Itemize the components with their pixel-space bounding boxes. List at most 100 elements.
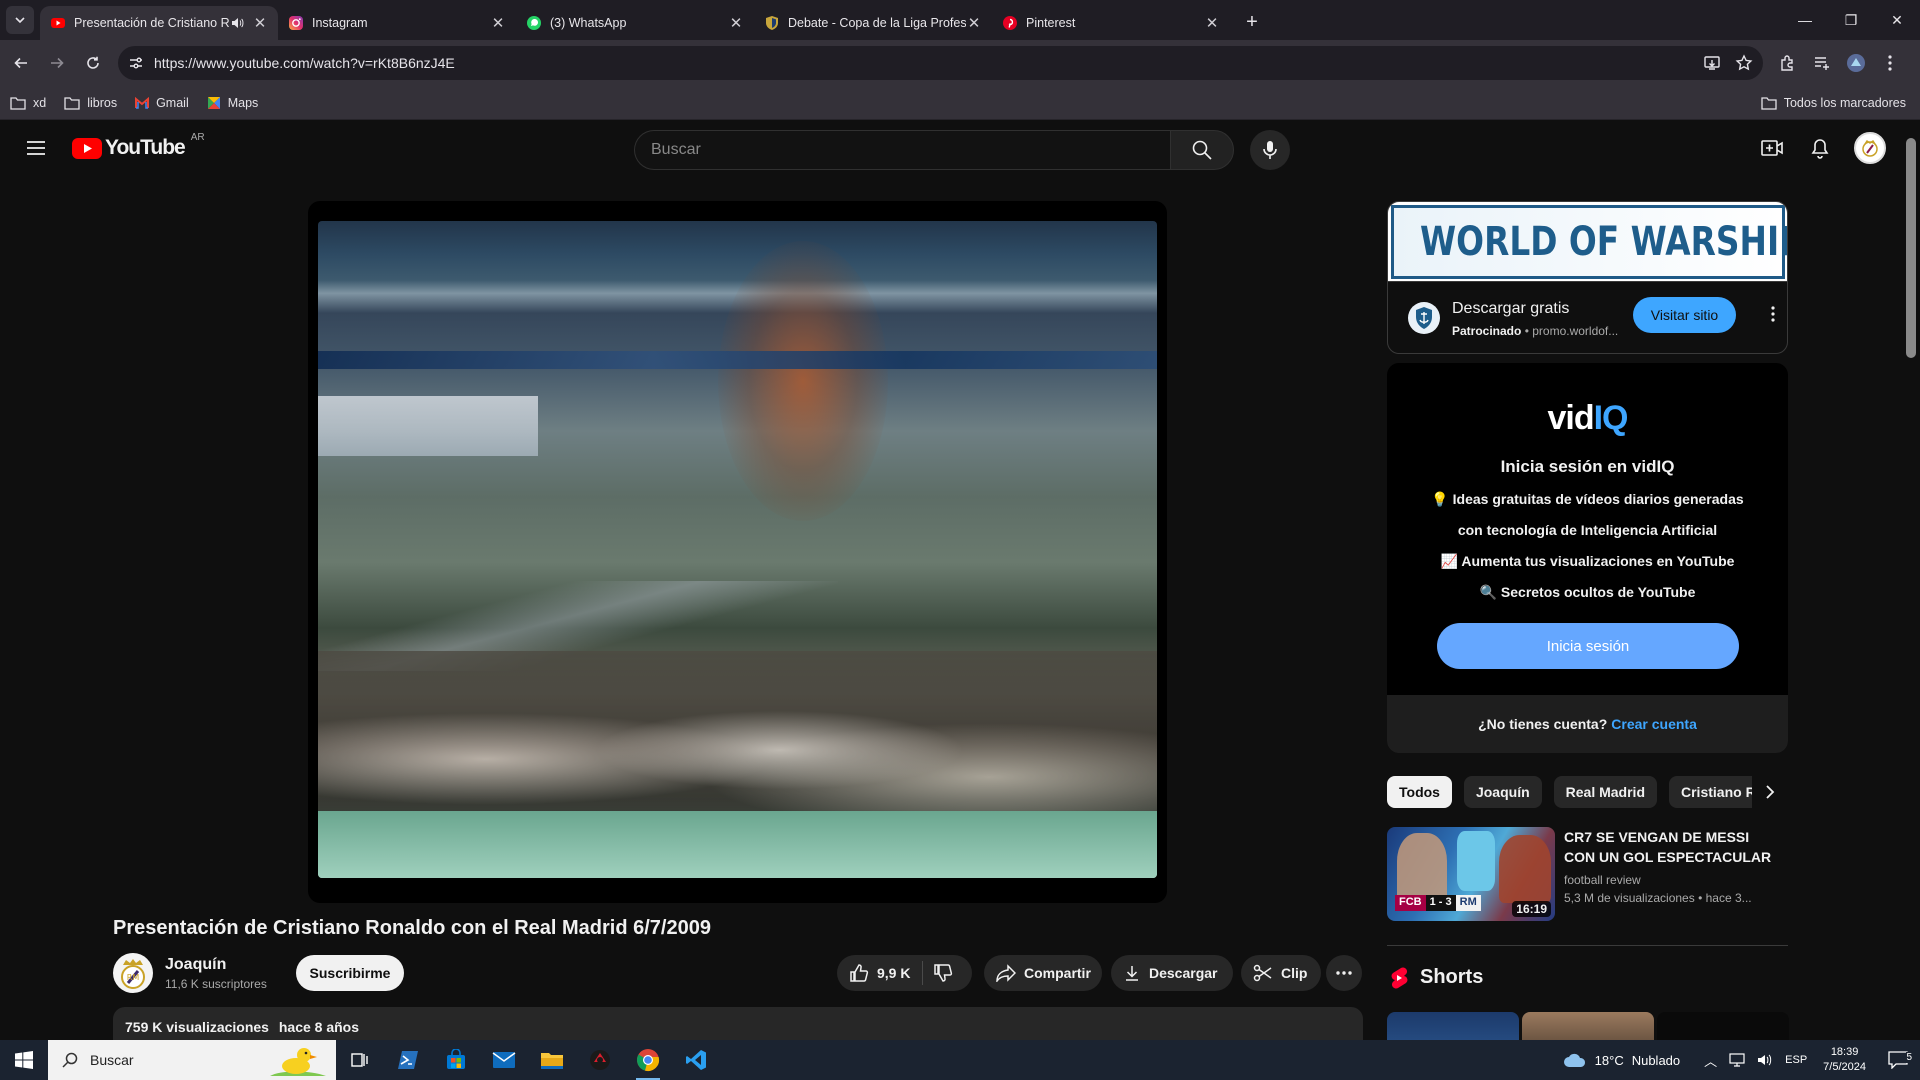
voice-search-button[interactable] xyxy=(1250,130,1290,170)
start-button[interactable] xyxy=(0,1040,48,1080)
upload-age: hace 8 años xyxy=(278,1019,360,1035)
youtube-header: YouTube AR xyxy=(0,120,1900,176)
channel-avatar[interactable]: RM xyxy=(113,953,153,993)
search-button[interactable] xyxy=(1170,130,1234,170)
page-scrollbar[interactable] xyxy=(1900,120,1920,1040)
taskbar-powershell[interactable] xyxy=(384,1040,432,1080)
tab-youtube[interactable]: Presentación de Cristiano Ronaldo ✕ xyxy=(40,6,278,40)
create-button[interactable] xyxy=(1752,128,1792,168)
bookmark-star-icon[interactable] xyxy=(1735,54,1753,72)
forward-button[interactable] xyxy=(42,48,72,78)
profile-icon[interactable] xyxy=(1839,46,1873,80)
youtube-logo[interactable]: YouTube AR xyxy=(72,132,205,160)
close-tab-icon[interactable]: ✕ xyxy=(728,15,744,32)
bookmark-maps[interactable]: Maps xyxy=(207,96,258,110)
back-button[interactable] xyxy=(6,48,36,78)
tab-search-button[interactable] xyxy=(6,6,34,34)
visit-site-button[interactable]: Visitar sitio xyxy=(1633,297,1736,333)
close-tab-icon[interactable]: ✕ xyxy=(252,15,268,32)
tab-instagram[interactable]: Instagram ✕ xyxy=(278,6,516,40)
bookmark-libros[interactable]: libros xyxy=(64,96,117,110)
restore-icon[interactable]: ❐ xyxy=(1828,0,1874,40)
minimize-icon[interactable]: — xyxy=(1782,0,1828,40)
speaker-icon[interactable] xyxy=(230,16,244,30)
menu-icon[interactable] xyxy=(24,136,48,160)
search-input[interactable] xyxy=(634,130,1170,170)
share-button[interactable]: Compartir xyxy=(984,955,1102,991)
download-button[interactable]: Descargar xyxy=(1111,955,1233,991)
close-tab-icon[interactable]: ✕ xyxy=(490,15,506,32)
taskbar-chrome[interactable] xyxy=(624,1040,672,1080)
install-app-icon[interactable] xyxy=(1703,54,1721,72)
video-title: Presentación de Cristiano Ronaldo con el… xyxy=(113,917,711,939)
subscribe-button[interactable]: Suscribirme xyxy=(296,955,404,991)
chip-todos[interactable]: Todos xyxy=(1387,776,1452,808)
ad-banner[interactable]: WORLD OF WARSHIPS xyxy=(1388,202,1787,282)
more-vertical-icon[interactable] xyxy=(1771,306,1775,322)
notifications-button[interactable] xyxy=(1800,128,1840,168)
volume-icon[interactable] xyxy=(1757,1053,1773,1067)
account-avatar[interactable] xyxy=(1854,132,1886,164)
vidiq-feature-1: 💡 Ideas gratuitas de vídeos diarios gene… xyxy=(1431,491,1744,507)
sponsored-ad[interactable]: WORLD OF WARSHIPS Descargar gratis Patro… xyxy=(1387,201,1788,354)
taskbar-store[interactable] xyxy=(432,1040,480,1080)
url-text[interactable]: https://www.youtube.com/watch?v=rKt8B6nz… xyxy=(154,55,1703,71)
chip-joaquin[interactable]: Joaquín xyxy=(1463,776,1542,808)
new-tab-button[interactable]: + xyxy=(1238,8,1266,36)
address-bar[interactable]: https://www.youtube.com/watch?v=rKt8B6nz… xyxy=(118,46,1763,80)
recommended-channel[interactable]: football review xyxy=(1564,873,1641,887)
pinterest-icon xyxy=(1003,16,1017,30)
svg-text:RM: RM xyxy=(127,973,140,982)
clock[interactable]: 18:39 7/5/2024 xyxy=(1823,1045,1866,1075)
site-settings-icon[interactable] xyxy=(128,55,144,71)
input-language[interactable]: ESP xyxy=(1785,1054,1807,1066)
close-window-icon[interactable]: ✕ xyxy=(1874,0,1920,40)
search-icon xyxy=(62,1052,78,1068)
clip-button[interactable]: Clip xyxy=(1241,955,1321,991)
reload-icon xyxy=(87,56,99,69)
vidiq-signin-button[interactable]: Inicia sesión xyxy=(1437,623,1739,669)
video-player[interactable] xyxy=(308,201,1167,903)
tab-title: Presentación de Cristiano Ronaldo xyxy=(74,16,230,30)
tab-debate[interactable]: Debate - Copa de la Liga Profesional ✕ xyxy=(754,6,992,40)
network-icon[interactable] xyxy=(1729,1053,1745,1067)
more-actions-button[interactable] xyxy=(1326,955,1362,991)
tab-whatsapp[interactable]: (3) WhatsApp ✕ xyxy=(516,6,754,40)
extensions-icon[interactable] xyxy=(1771,46,1805,80)
all-bookmarks[interactable]: Todos los marcadores xyxy=(1761,96,1906,110)
thumbs-down-icon[interactable] xyxy=(933,963,953,983)
thumbs-up-icon[interactable] xyxy=(849,963,869,983)
close-tab-icon[interactable]: ✕ xyxy=(966,15,982,32)
short-thumbnail[interactable] xyxy=(1657,1012,1789,1040)
scrollbar-thumb[interactable] xyxy=(1906,138,1916,358)
download-label: Descargar xyxy=(1149,965,1218,981)
taskbar-search[interactable]: Buscar xyxy=(48,1040,336,1080)
instagram-icon xyxy=(289,16,303,30)
chips-next-button[interactable] xyxy=(1752,776,1788,808)
reload-button[interactable] xyxy=(78,48,108,78)
weather-widget[interactable]: 18°C Nublado xyxy=(1563,1052,1680,1068)
recommended-video[interactable]: FCB 1 - 3 RM 16:19 CR7 SE VENGAN DE MESS… xyxy=(1387,827,1787,921)
taskbar-file-explorer[interactable] xyxy=(528,1040,576,1080)
bookmark-xd[interactable]: xd xyxy=(10,96,46,110)
channel-name[interactable]: Joaquín xyxy=(165,956,226,974)
taskbar-vscode[interactable] xyxy=(672,1040,720,1080)
notifications-center[interactable]: 5 xyxy=(1882,1051,1914,1069)
window-controls: — ❐ ✕ xyxy=(1782,0,1920,40)
taskbar-mail[interactable] xyxy=(480,1040,528,1080)
close-tab-icon[interactable]: ✕ xyxy=(1204,15,1220,32)
short-thumbnail[interactable] xyxy=(1522,1012,1654,1040)
chevron-up-icon[interactable]: ︿ xyxy=(1704,1051,1717,1070)
bookmark-gmail[interactable]: Gmail xyxy=(135,96,189,110)
video-thumbnail[interactable]: FCB 1 - 3 RM 16:19 xyxy=(1387,827,1555,921)
taskbar-app-red[interactable] xyxy=(576,1040,624,1080)
reading-list-icon[interactable] xyxy=(1805,46,1839,80)
chip-real-madrid[interactable]: Real Madrid xyxy=(1553,776,1657,808)
short-thumbnail[interactable] xyxy=(1387,1012,1519,1040)
like-count[interactable]: 9,9 K xyxy=(877,965,910,981)
recommended-title[interactable]: CR7 SE VENGAN DE MESSI CON UN GOL ESPECT… xyxy=(1564,827,1784,867)
tab-pinterest[interactable]: Pinterest ✕ xyxy=(992,6,1230,40)
task-view-button[interactable] xyxy=(336,1040,384,1080)
create-account-link[interactable]: Crear cuenta xyxy=(1611,716,1697,732)
more-menu-icon[interactable] xyxy=(1873,46,1907,80)
